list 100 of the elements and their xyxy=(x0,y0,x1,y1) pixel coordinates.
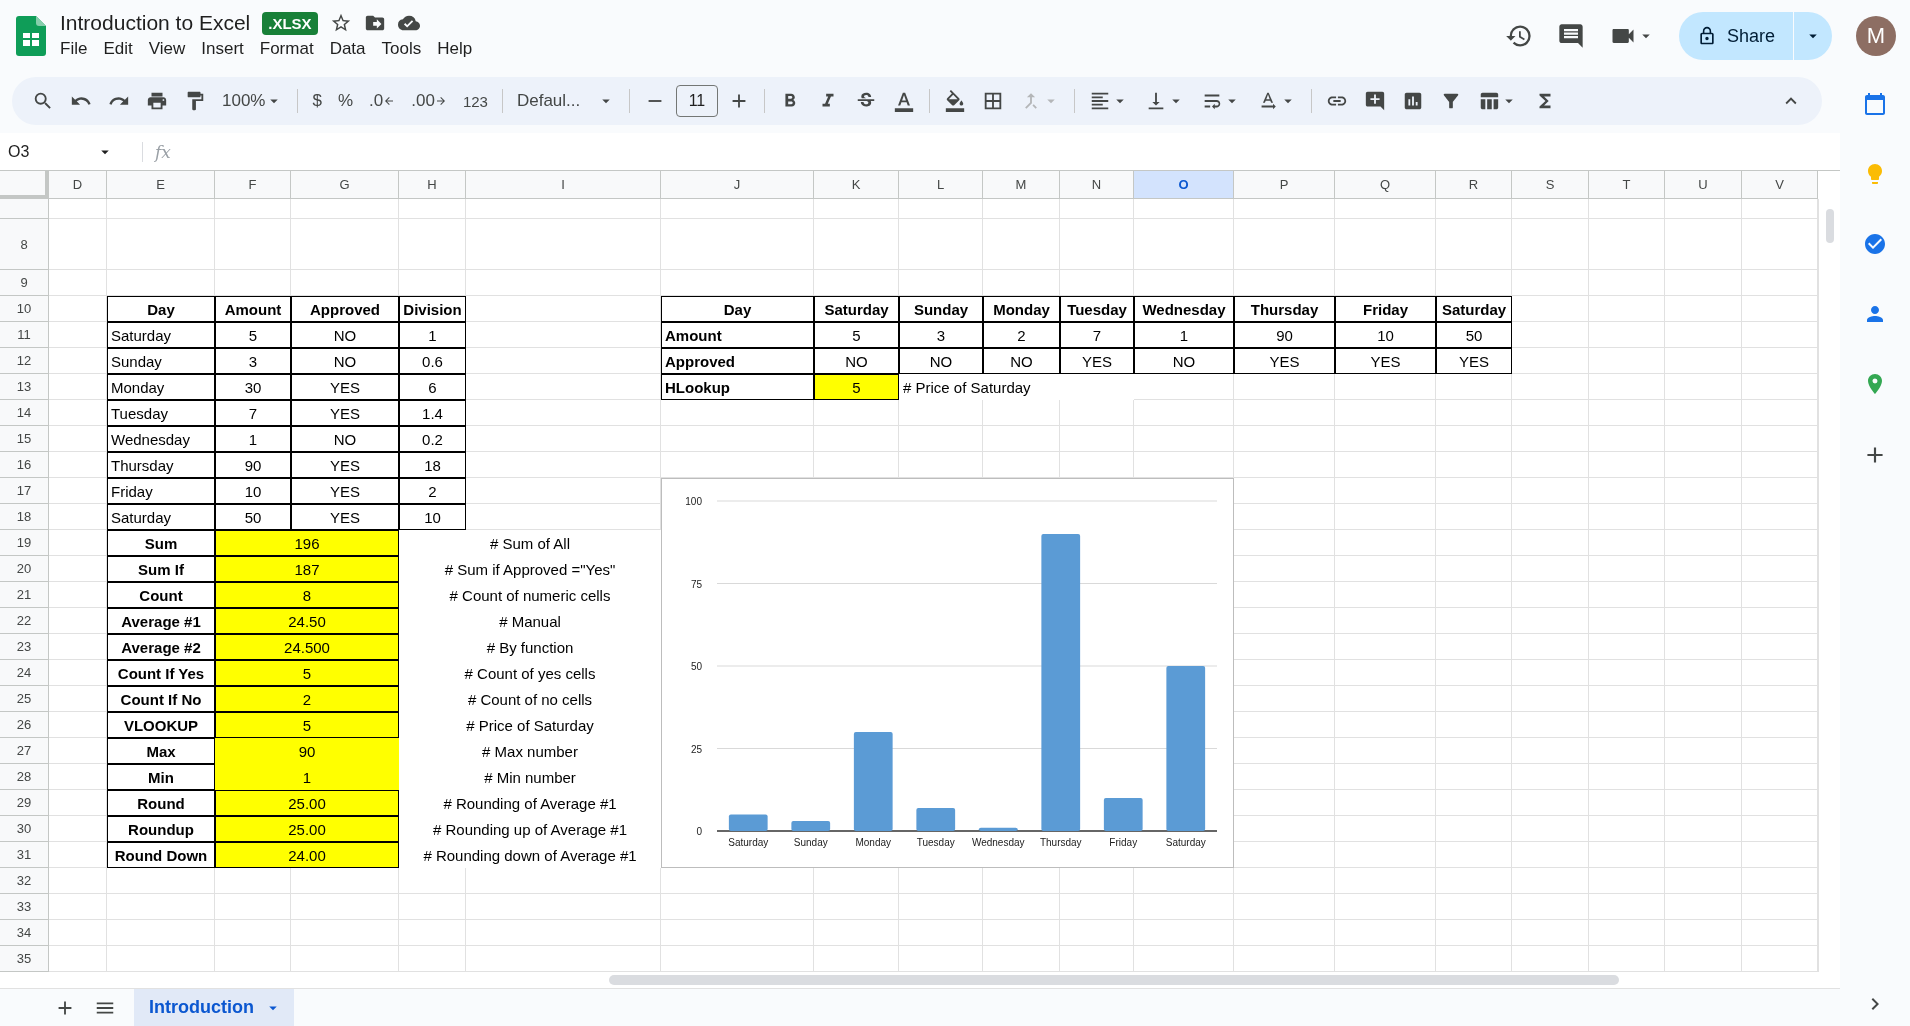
empty-cell[interactable] xyxy=(1512,322,1589,348)
empty-cell[interactable] xyxy=(1512,199,1589,219)
comment-icon[interactable] xyxy=(1556,22,1585,50)
empty-cell[interactable] xyxy=(1234,426,1335,452)
empty-cell[interactable] xyxy=(466,400,661,426)
name-box[interactable]: O3 xyxy=(0,142,120,161)
empty-cell[interactable] xyxy=(1512,219,1589,270)
empty-cell[interactable] xyxy=(1335,374,1436,400)
empty-cell[interactable] xyxy=(661,920,814,946)
empty-cell[interactable] xyxy=(1436,712,1512,738)
column-header[interactable]: F xyxy=(215,171,291,199)
empty-cell[interactable] xyxy=(1512,920,1589,946)
row-header[interactable]: 9 xyxy=(0,270,49,296)
row-header[interactable]: 14 xyxy=(0,400,49,426)
empty-cell[interactable] xyxy=(399,868,466,894)
empty-cell[interactable] xyxy=(1060,199,1134,219)
empty-cell[interactable] xyxy=(1436,582,1512,608)
empty-cell[interactable] xyxy=(1665,199,1742,219)
empty-cell[interactable] xyxy=(1589,556,1665,582)
row-header[interactable]: 16 xyxy=(0,452,49,478)
empty-cell[interactable] xyxy=(1436,374,1512,400)
empty-cell[interactable] xyxy=(1335,920,1436,946)
empty-cell[interactable] xyxy=(1589,608,1665,634)
empty-cell[interactable] xyxy=(466,348,661,374)
empty-cell[interactable] xyxy=(466,452,661,478)
empty-cell[interactable] xyxy=(291,920,399,946)
empty-cell[interactable] xyxy=(1665,556,1742,582)
empty-cell[interactable] xyxy=(1665,322,1742,348)
empty-cell[interactable] xyxy=(1665,816,1742,842)
empty-cell[interactable] xyxy=(1436,816,1512,842)
empty-cell[interactable] xyxy=(1665,842,1742,868)
empty-cell[interactable] xyxy=(1436,764,1512,790)
row-header[interactable]: 24 xyxy=(0,660,49,686)
empty-cell[interactable] xyxy=(1512,608,1589,634)
empty-cell[interactable] xyxy=(1234,894,1335,920)
empty-cell[interactable] xyxy=(1589,219,1665,270)
empty-cell[interactable] xyxy=(1060,426,1134,452)
empty-cell[interactable] xyxy=(1234,219,1335,270)
empty-cell[interactable] xyxy=(814,219,899,270)
scrollbar-thumb[interactable] xyxy=(1826,209,1834,243)
empty-cell[interactable] xyxy=(1589,478,1665,504)
empty-cell[interactable] xyxy=(466,920,661,946)
empty-cell[interactable] xyxy=(1665,634,1742,660)
empty-cell[interactable] xyxy=(1665,868,1742,894)
row-header[interactable]: 30 xyxy=(0,816,49,842)
font-dropdown[interactable]: Defaul... xyxy=(510,87,621,115)
empty-cell[interactable] xyxy=(466,219,661,270)
column-header[interactable]: H xyxy=(399,171,466,199)
empty-cell[interactable] xyxy=(1436,894,1512,920)
empty-cell[interactable] xyxy=(1335,556,1436,582)
empty-cell[interactable] xyxy=(1589,712,1665,738)
empty-cell[interactable] xyxy=(661,400,814,426)
increase-decimal-button[interactable]: .00 xyxy=(405,87,453,115)
column-header[interactable]: J xyxy=(661,171,814,199)
empty-cell[interactable] xyxy=(1589,504,1665,530)
empty-cell[interactable] xyxy=(661,199,814,219)
empty-cell[interactable] xyxy=(1589,582,1665,608)
empty-cell[interactable] xyxy=(1589,270,1665,296)
empty-cell[interactable] xyxy=(1665,920,1742,946)
empty-cell[interactable] xyxy=(983,400,1060,426)
empty-cell[interactable] xyxy=(1512,270,1589,296)
empty-cell[interactable] xyxy=(1665,660,1742,686)
empty-cell[interactable] xyxy=(399,920,466,946)
empty-cell[interactable] xyxy=(1234,400,1335,426)
empty-cell[interactable] xyxy=(983,426,1060,452)
empty-cell[interactable] xyxy=(399,270,466,296)
fill-color-icon[interactable] xyxy=(943,90,966,112)
empty-cell[interactable] xyxy=(1665,400,1742,426)
decrease-decimal-button[interactable]: .0 xyxy=(363,87,402,115)
empty-cell[interactable] xyxy=(1060,400,1134,426)
empty-cell[interactable] xyxy=(899,920,983,946)
empty-cell[interactable] xyxy=(1665,478,1742,504)
empty-cell[interactable] xyxy=(1436,686,1512,712)
add-comment-icon[interactable] xyxy=(1363,90,1386,112)
row-header[interactable]: 13 xyxy=(0,374,49,400)
empty-cell[interactable] xyxy=(1589,920,1665,946)
row-header[interactable]: 25 xyxy=(0,686,49,712)
empty-cell[interactable] xyxy=(1436,790,1512,816)
currency-button[interactable]: $ xyxy=(306,87,328,115)
share-button[interactable]: Share xyxy=(1678,12,1794,60)
empty-cell[interactable] xyxy=(1436,270,1512,296)
menu-item[interactable]: Data xyxy=(323,37,372,61)
empty-cell[interactable] xyxy=(1589,816,1665,842)
empty-cell[interactable] xyxy=(1335,712,1436,738)
empty-cell[interactable] xyxy=(983,219,1060,270)
empty-cell[interactable] xyxy=(1234,199,1335,219)
empty-cell[interactable] xyxy=(1436,738,1512,764)
empty-cell[interactable] xyxy=(1134,219,1234,270)
empty-cell[interactable] xyxy=(1335,790,1436,816)
column-header[interactable]: M xyxy=(983,171,1060,199)
empty-cell[interactable] xyxy=(466,270,661,296)
empty-cell[interactable] xyxy=(1665,348,1742,374)
empty-cell[interactable] xyxy=(814,426,899,452)
row-header[interactable]: 11 xyxy=(0,322,49,348)
row-header[interactable]: 34 xyxy=(0,920,49,946)
row-header[interactable]: 28 xyxy=(0,764,49,790)
empty-cell[interactable] xyxy=(1512,374,1589,400)
column-header[interactable]: O xyxy=(1134,171,1234,199)
empty-cell[interactable] xyxy=(399,894,466,920)
empty-cell[interactable] xyxy=(1134,426,1234,452)
